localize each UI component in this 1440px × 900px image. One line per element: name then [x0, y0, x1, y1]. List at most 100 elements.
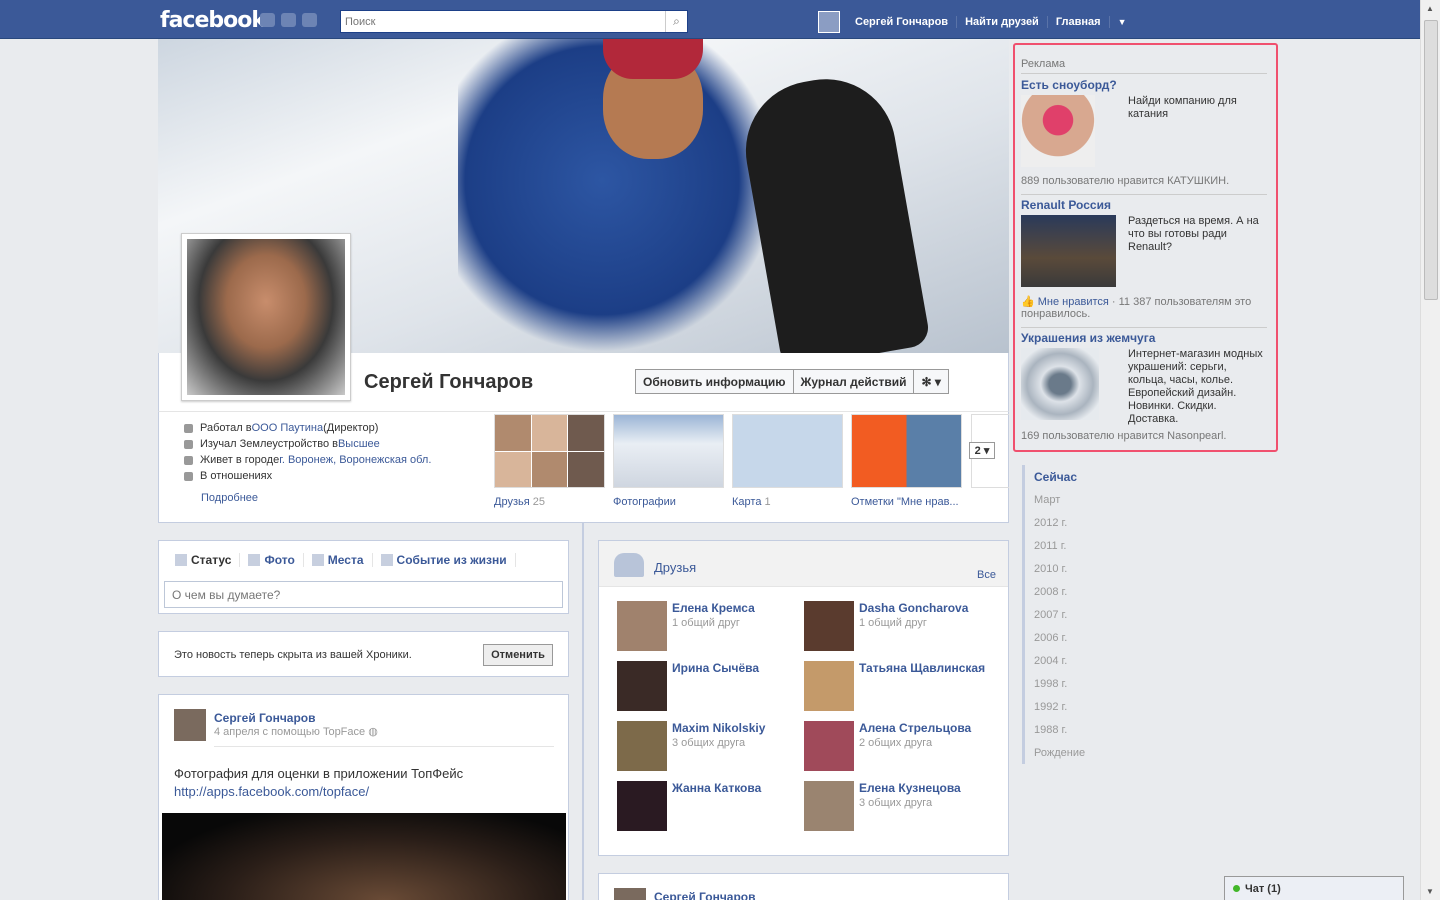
nav-home[interactable]: Главная: [1048, 16, 1110, 28]
post-photo[interactable]: [162, 813, 566, 900]
ad-image[interactable]: [1021, 215, 1116, 287]
friend-item[interactable]: Жанна Каткова: [617, 781, 804, 831]
activity-log-button[interactable]: Журнал действий: [792, 369, 914, 394]
year-link[interactable]: 1998 г.: [1025, 672, 1085, 695]
year-link[interactable]: 2007 г.: [1025, 603, 1085, 626]
search-input[interactable]: [341, 11, 661, 32]
post-link[interactable]: http://apps.facebook.com/topface/: [174, 783, 463, 801]
ad-title[interactable]: Есть сноуборд?: [1021, 78, 1267, 92]
friend-avatar[interactable]: [804, 721, 854, 771]
friend-avatar[interactable]: [804, 661, 854, 711]
user-avatar-small[interactable]: [818, 11, 840, 33]
about-relationship: В отношениях: [184, 468, 484, 484]
profile-picture[interactable]: [181, 233, 351, 401]
friend-name[interactable]: Татьяна Щавлинская: [859, 661, 985, 675]
friends-see-all[interactable]: Все: [977, 569, 996, 581]
tab-status[interactable]: Статус: [175, 553, 241, 567]
undo-button[interactable]: Отменить: [483, 644, 553, 666]
about-city-link[interactable]: г. Воронеж, Воронежская обл.: [279, 454, 431, 466]
year-link[interactable]: 2008 г.: [1025, 580, 1085, 603]
messages-icon[interactable]: [281, 13, 296, 27]
tiles-pager-button[interactable]: 2 ▾: [969, 442, 995, 459]
friend-avatar[interactable]: [804, 601, 854, 651]
friends-box-title[interactable]: Друзья: [654, 560, 696, 575]
ad-title[interactable]: Renault Россия: [1021, 198, 1267, 212]
tile-photos[interactable]: Фотографии: [613, 414, 724, 508]
year-link[interactable]: 2006 г.: [1025, 626, 1085, 649]
ad-image[interactable]: [1021, 95, 1095, 167]
friend-item[interactable]: Татьяна Щавлинская: [804, 661, 991, 711]
tile-map-label[interactable]: Карта 1: [732, 496, 843, 508]
about-work-role: (Директор): [323, 422, 379, 434]
year-link[interactable]: 2011 г.: [1025, 534, 1085, 557]
year-link[interactable]: 1988 г.: [1025, 718, 1085, 741]
settings-gear-icon[interactable]: ✻ ▾: [913, 369, 949, 394]
chat-bar[interactable]: Чат (1): [1224, 876, 1404, 900]
friend-item[interactable]: Dasha Goncharova 1 общий друг: [804, 601, 991, 651]
friend-avatar[interactable]: [804, 781, 854, 831]
account-menu-chevron-icon[interactable]: ▼: [1110, 17, 1135, 27]
facebook-logo[interactable]: facebook: [160, 8, 266, 33]
friend-item[interactable]: Елена Кузнецова 3 общих друга: [804, 781, 991, 831]
post-author-avatar[interactable]: [614, 888, 646, 900]
ad-item[interactable]: Renault Россия Раздеться на время. А на …: [1021, 198, 1267, 328]
ad-item[interactable]: Украшения из жемчуга Интернет-магазин мо…: [1021, 331, 1267, 451]
friend-item[interactable]: Алена Стрельцова 2 общих друга: [804, 721, 991, 771]
chat-label[interactable]: Чат (1): [1245, 883, 1281, 895]
nav-find-friends[interactable]: Найти друзей: [957, 16, 1048, 28]
more-about-link[interactable]: Подробнее: [201, 492, 258, 504]
year-link[interactable]: Сейчас: [1025, 465, 1085, 488]
friend-requests-icon[interactable]: [260, 13, 275, 27]
friend-item[interactable]: Maxim Nikolskiy 3 общих друга: [617, 721, 804, 771]
friend-name[interactable]: Жанна Каткова: [672, 781, 761, 795]
year-link[interactable]: 2004 г.: [1025, 649, 1085, 672]
tile-friends-label[interactable]: Друзья 25: [494, 496, 605, 508]
online-dot-icon: [1233, 885, 1240, 892]
post-author-avatar[interactable]: [174, 709, 206, 741]
tile-likes[interactable]: Отметки "Мне нрав...: [851, 414, 962, 508]
tile-friends[interactable]: Друзья 25: [494, 414, 605, 508]
friend-avatar[interactable]: [617, 781, 667, 831]
about-work-link[interactable]: ООО Паутина: [252, 422, 324, 434]
page-scrollbar[interactable]: ▲ ▼: [1420, 0, 1440, 900]
post-author[interactable]: Сергей Гончаров: [214, 711, 316, 725]
notifications-globe-icon[interactable]: [302, 13, 317, 27]
friend-mutual: 1 общий друг: [672, 617, 740, 629]
ad-body: Интернет-магазин модных украшений: серьг…: [1128, 348, 1263, 425]
year-link[interactable]: 1992 г.: [1025, 695, 1085, 718]
scrollbar-thumb[interactable]: [1424, 20, 1438, 300]
ad-title[interactable]: Украшения из жемчуга: [1021, 331, 1267, 345]
tab-places[interactable]: Места: [311, 553, 373, 567]
friend-item[interactable]: Елена Кремса 1 общий друг: [617, 601, 804, 651]
friend-avatar[interactable]: [617, 661, 667, 711]
update-info-button[interactable]: Обновить информацию: [635, 369, 793, 394]
tile-photos-label[interactable]: Фотографии: [613, 496, 724, 508]
friend-name[interactable]: Алена Стрельцова: [859, 721, 971, 735]
status-input[interactable]: О чем вы думаете?: [164, 581, 563, 608]
ad-item[interactable]: Есть сноуборд? Найди компанию для катани…: [1021, 78, 1267, 198]
scroll-up-icon[interactable]: ▲: [1426, 4, 1434, 13]
year-link[interactable]: Март: [1025, 488, 1085, 511]
friend-avatar[interactable]: [617, 721, 667, 771]
tile-likes-label[interactable]: Отметки "Мне нрав...: [851, 496, 962, 508]
tab-life-event[interactable]: Событие из жизни: [380, 553, 516, 567]
friend-name[interactable]: Maxim Nikolskiy: [672, 721, 765, 735]
ad-like-link[interactable]: Мне нравится: [1038, 296, 1109, 308]
friend-name[interactable]: Елена Кремса: [672, 601, 755, 615]
friend-name[interactable]: Ирина Сычёва: [672, 661, 759, 675]
year-link[interactable]: Рождение: [1025, 741, 1085, 764]
tile-map[interactable]: Карта 1: [732, 414, 843, 508]
friend-avatar[interactable]: [617, 601, 667, 651]
friend-item[interactable]: Ирина Сычёва: [617, 661, 804, 711]
tab-photo[interactable]: Фото: [248, 553, 304, 567]
year-link[interactable]: 2012 г.: [1025, 511, 1085, 534]
search-icon[interactable]: ⌕: [665, 11, 687, 32]
friend-name[interactable]: Dasha Goncharova: [859, 601, 968, 615]
nav-profile-link[interactable]: Сергей Гончаров: [847, 16, 958, 28]
post-author[interactable]: Сергей Гончаров: [654, 890, 756, 900]
about-education-link[interactable]: Высшее: [338, 438, 380, 450]
friend-name[interactable]: Елена Кузнецова: [859, 781, 961, 795]
scroll-down-icon[interactable]: ▼: [1426, 887, 1434, 896]
ad-image[interactable]: [1021, 348, 1099, 420]
year-link[interactable]: 2010 г.: [1025, 557, 1085, 580]
